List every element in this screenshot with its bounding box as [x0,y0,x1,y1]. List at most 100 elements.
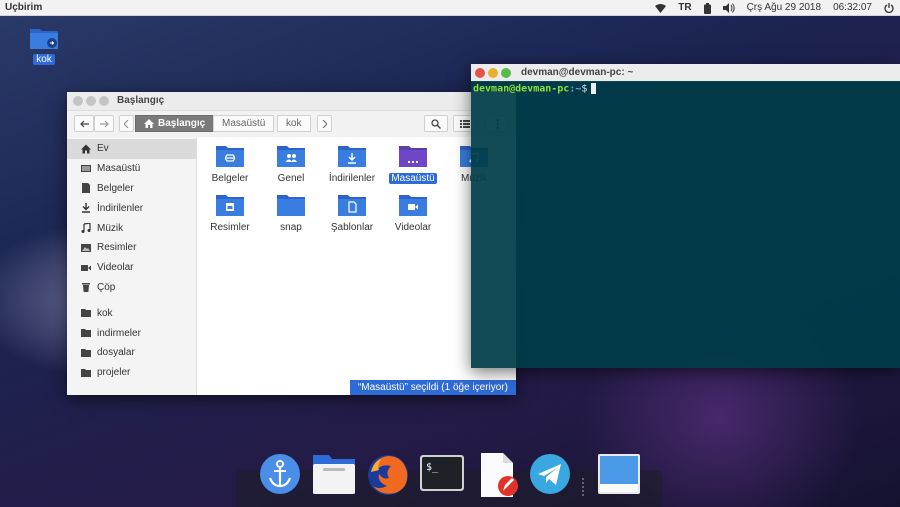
video-camera-icon [81,264,91,271]
music-note-icon [81,223,91,234]
sidebar-item-label: kok [97,307,113,319]
active-app-name[interactable]: Uçbirim [5,2,42,13]
folder-label: Genel [277,173,305,184]
folder-label: Videolar [394,222,432,233]
folder-documents[interactable]: Belgeler [199,144,261,184]
sidebar-item-indirmeler[interactable]: indirmeler [67,323,196,343]
path-scroll-left-button[interactable] [119,115,134,132]
sidebar-item-downloads[interactable]: İndirilenler [67,198,196,218]
power-icon[interactable] [884,3,894,13]
search-button[interactable] [424,115,448,132]
maximize-button[interactable] [501,68,511,78]
system-tray: TR Çrş Ağu 29 2018 06:32:07 [655,2,894,14]
dock-telegram[interactable] [527,452,573,498]
text-editor-icon [481,453,518,497]
close-button[interactable] [73,96,83,106]
anchor-icon [260,454,300,494]
folder-snap[interactable]: snap [260,193,322,233]
chevron-right-icon [322,119,327,128]
sidebar-item-label: indirmeler [97,327,141,339]
prompt-path: :~ [569,83,582,95]
battery-icon[interactable] [703,2,711,14]
folder-public-icon [277,146,305,167]
sidebar-item-label: Masaüstü [97,163,141,175]
dock-launcher[interactable] [257,452,303,498]
back-button[interactable] [74,115,94,132]
dock-text-editor[interactable] [473,452,519,498]
trash-icon [82,283,90,293]
sidebar-item-kok[interactable]: kok [67,303,196,323]
sidebar-item-pictures[interactable]: Resimler [67,238,196,258]
sidebar-item-desktop[interactable]: Masaüstü [67,159,196,179]
sidebar-item-label: dosyalar [97,347,135,359]
prompt-symbol: $ [581,83,588,95]
file-view[interactable]: Belgeler Genel İndirilenler Masaüstü Müz… [197,137,516,395]
folder-icon [81,348,91,357]
sidebar-item-documents[interactable]: Belgeler [67,179,196,199]
window-title: Başlangıç [117,95,165,106]
terminal-titlebar[interactable]: devman@devman-pc: ~ [471,64,900,82]
close-button[interactable] [475,68,485,78]
keyboard-layout[interactable]: TR [678,2,691,14]
date-label[interactable]: Çrş Ağu 29 2018 [747,2,822,14]
sidebar-item-label: Müzik [97,222,124,234]
breadcrumb-home-label: Başlangıç [158,118,206,129]
wifi-icon[interactable] [655,3,667,13]
folder-pictures[interactable]: Resimler [199,193,261,233]
dock-show-desktop[interactable] [596,452,642,498]
path-scroll-right-button[interactable] [317,115,332,132]
image-icon [81,243,91,252]
file-manager-titlebar[interactable]: Başlangıç [67,92,516,111]
download-icon [82,203,90,213]
minimize-button[interactable] [86,96,96,106]
desktop-icon-label: kok [33,54,55,65]
dock-terminal[interactable]: $_ [419,452,465,498]
folder-icon [81,368,91,377]
folder-pictures-icon [216,195,244,216]
breadcrumb-home[interactable]: Başlangıç [135,115,215,132]
folder-templates[interactable]: Şablonlar [321,193,383,233]
folder-label: Masaüstü [389,173,437,184]
folder-templates-icon [338,195,366,216]
desktop-folder-kok[interactable]: kok [28,26,60,65]
maximize-button[interactable] [99,96,109,106]
dock-file-manager[interactable] [311,452,357,498]
folder-videos[interactable]: Videolar [382,193,444,233]
separator-icon [582,478,584,496]
file-manager-toolbar: Başlangıç Masaüstü kok [67,111,516,138]
desktop-icon [81,164,91,172]
clock-label[interactable]: 06:32:07 [833,2,872,14]
sidebar-item-label: Çöp [97,281,116,293]
arrow-left-icon [79,120,89,127]
folder-public[interactable]: Genel [260,144,322,184]
file-manager-window: Başlangıç Başlangıç Masaüstü kok Ev Masa… [67,92,516,395]
sidebar-item-label: Videolar [97,262,134,274]
arrow-right-icon [99,120,109,127]
folder-downloads[interactable]: İndirilenler [321,144,383,184]
sidebar-item-trash[interactable]: Çöp [67,278,196,298]
list-view-icon [460,119,470,128]
selection-status: “Masaüstü” seçildi (1 öğe içeriyor) [349,380,516,395]
forward-button[interactable] [94,115,114,132]
svg-text:$_: $_ [426,462,439,473]
folder-desktop-selected[interactable]: Masaüstü [382,144,444,184]
sidebar-item-dosyalar[interactable]: dosyalar [67,343,196,363]
sidebar-item-home[interactable]: Ev [67,139,196,159]
folder-icon [81,309,91,318]
minimize-button[interactable] [488,68,498,78]
breadcrumb-kok[interactable]: kok [277,115,311,132]
folder-label: Resimler [210,222,250,233]
folder-icon [277,195,305,216]
sidebar-item-projeler[interactable]: projeler [67,363,196,383]
sidebar-item-videos[interactable]: Videolar [67,258,196,278]
terminal-output[interactable]: devman@devman-pc:~$ [471,81,900,368]
top-panel: Uçbirim TR Çrş Ağu 29 2018 06:32:07 [0,0,900,16]
folder-videos-icon [399,195,427,216]
home-icon [144,119,154,128]
folder-link-icon [30,29,58,49]
volume-icon[interactable] [722,3,735,13]
breadcrumb-desktop[interactable]: Masaüstü [213,115,275,132]
text-cursor [591,83,597,94]
sidebar-item-music[interactable]: Müzik [67,218,196,238]
dock-firefox[interactable] [365,452,411,498]
